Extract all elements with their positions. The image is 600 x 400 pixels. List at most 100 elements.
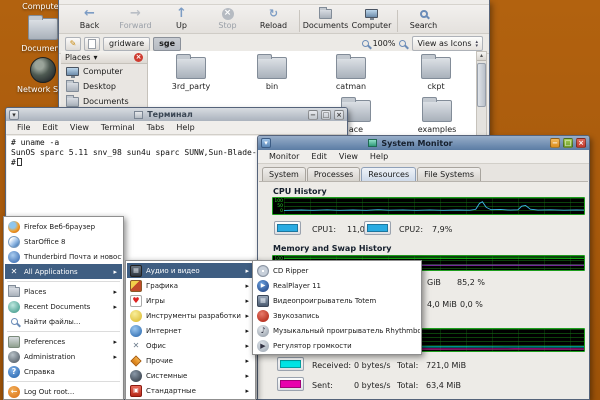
- view-mode-dropdown[interactable]: View as Icons ▴▾: [412, 36, 483, 51]
- totem-icon: ▦: [257, 295, 269, 307]
- window-menu-icon[interactable]: ▾: [261, 138, 271, 148]
- menu-item-label: Найти файлы...: [24, 318, 80, 326]
- path-button-sge[interactable]: sge: [153, 37, 181, 51]
- path-button-gridware[interactable]: gridware: [103, 37, 150, 51]
- menu-item-thunderbird[interactable]: Thunderbird Почта и новости: [5, 249, 122, 264]
- cpu-graph-axis: 100500: [273, 198, 284, 214]
- terminal-line: #: [11, 158, 16, 167]
- menu-edit[interactable]: Edit: [306, 150, 332, 163]
- zoom-out-icon[interactable]: [362, 40, 369, 47]
- menu-item-find-files[interactable]: Найти файлы...: [5, 314, 122, 329]
- folder-bin[interactable]: bin: [242, 57, 302, 91]
- network-globe-icon[interactable]: [30, 57, 56, 83]
- menu-item-logout[interactable]: ← Log Out root...: [5, 384, 122, 399]
- menu-item-audio-video[interactable]: ▦ Аудио и видео ▸: [127, 263, 254, 278]
- close-icon[interactable]: ×: [334, 110, 344, 120]
- cpu2-color-button[interactable]: [364, 221, 391, 235]
- terminal-titlebar[interactable]: ▾ Терминал − □ ×: [6, 108, 347, 121]
- menu-item-recent-documents[interactable]: Recent Documents ▸: [5, 299, 122, 314]
- reload-button[interactable]: ↻ Reload: [253, 7, 294, 30]
- menu-item-accessories[interactable]: ▣ Стандартные ▸: [127, 383, 254, 398]
- minimize-icon[interactable]: −: [550, 138, 560, 148]
- menu-item-volume-control[interactable]: ▶ Регулятор громкости: [254, 338, 420, 353]
- up-button[interactable]: ↑ Up: [161, 7, 202, 30]
- tab-resources[interactable]: Resources: [361, 167, 416, 182]
- window-menu-icon[interactable]: ▾: [9, 110, 19, 120]
- scrollbar-thumb[interactable]: [477, 63, 486, 107]
- note-button[interactable]: [84, 37, 100, 51]
- sidebar-item-desktop[interactable]: Desktop: [61, 79, 147, 94]
- search-button[interactable]: Search: [403, 7, 444, 30]
- menu-item-sound-recorder[interactable]: Звукозапись: [254, 308, 420, 323]
- menu-edit[interactable]: Edit: [37, 121, 63, 134]
- minimize-icon[interactable]: −: [308, 110, 318, 120]
- internet-globe-icon: [130, 325, 142, 337]
- menu-item-preferences[interactable]: Preferences ▸: [5, 334, 122, 349]
- cpu1-color-button[interactable]: [274, 221, 301, 235]
- menu-item-all-applications[interactable]: ✕ All Applications ▸: [5, 264, 122, 279]
- folder-examples[interactable]: examples: [407, 100, 467, 134]
- computer-button[interactable]: Computer: [351, 7, 392, 30]
- places-header[interactable]: Places ▾ ×: [61, 51, 147, 64]
- menu-item-label: Офис: [146, 342, 166, 350]
- menu-item-office[interactable]: ✕ Офис ▸: [127, 338, 254, 353]
- zoom-in-icon[interactable]: [399, 40, 406, 47]
- menu-item-label: Музыкальный проигрыватель Rhythmbox: [273, 327, 420, 335]
- folder-catman[interactable]: catman: [321, 57, 381, 91]
- menu-item-games[interactable]: ♥ Игры ▸: [127, 293, 254, 308]
- menu-help[interactable]: Help: [171, 121, 199, 134]
- menu-item-staroffice[interactable]: StarOffice 8: [5, 234, 122, 249]
- received-color-button[interactable]: [277, 357, 304, 371]
- menu-item-cd-ripper[interactable]: CD Ripper: [254, 263, 420, 278]
- menu-terminal[interactable]: Terminal: [96, 121, 140, 134]
- system-monitor-titlebar[interactable]: ▾ System Monitor − □ ×: [258, 136, 589, 150]
- sidebar-item-computer[interactable]: Computer: [61, 64, 147, 79]
- menu-item-system[interactable]: Системные ▸: [127, 368, 254, 383]
- menu-monitor[interactable]: Monitor: [264, 150, 304, 163]
- maximize-icon[interactable]: □: [563, 138, 573, 148]
- forward-button[interactable]: → Forward: [115, 7, 156, 30]
- menu-item-administration[interactable]: Administration ▸: [5, 349, 122, 364]
- terminal-icon: [134, 111, 143, 119]
- stop-button[interactable]: × Stop: [207, 7, 248, 30]
- documents-folder-icon[interactable]: [28, 18, 58, 40]
- menu-item-graphics[interactable]: Графика ▸: [127, 278, 254, 293]
- menu-item-totem[interactable]: ▦ Видеопроигрыватель Totem: [254, 293, 420, 308]
- menu-item-places[interactable]: Places ▸: [5, 284, 122, 299]
- places-header-label: Places: [65, 53, 90, 62]
- menu-view[interactable]: View: [65, 121, 94, 134]
- menu-item-firefox[interactable]: Firefox Веб-браузер: [5, 219, 122, 234]
- menu-help[interactable]: Help: [365, 150, 393, 163]
- sidebar-close-icon[interactable]: ×: [134, 53, 143, 62]
- menu-item-label: Стандартные: [146, 387, 196, 395]
- menu-item-other[interactable]: Прочие ▸: [127, 353, 254, 368]
- menu-tabs[interactable]: Tabs: [142, 121, 170, 134]
- menu-item-development[interactable]: Инструменты разработки ▸: [127, 308, 254, 323]
- menu-item-rhythmbox[interactable]: ♪ Музыкальный проигрыватель Rhythmbox: [254, 323, 420, 338]
- close-icon[interactable]: ×: [576, 138, 586, 148]
- maximize-icon[interactable]: □: [321, 110, 331, 120]
- tab-file-systems[interactable]: File Systems: [417, 167, 481, 181]
- menu-item-internet[interactable]: Интернет ▸: [127, 323, 254, 338]
- memory-total-unit: GiB: [427, 278, 441, 287]
- folder-3rd_party[interactable]: 3rd_party: [161, 57, 221, 91]
- menu-item-label: Регулятор громкости: [273, 342, 352, 350]
- tab-processes[interactable]: Processes: [307, 167, 360, 181]
- menu-item-label: Справка: [24, 368, 55, 376]
- documents-label: Documents: [303, 21, 349, 30]
- search-label: Search: [410, 21, 437, 30]
- scrollbar[interactable]: ▴: [476, 51, 487, 139]
- tab-system[interactable]: System: [262, 167, 306, 181]
- documents-button[interactable]: Documents: [305, 7, 346, 30]
- menu-item-realplayer[interactable]: ▶ RealPlayer 11: [254, 278, 420, 293]
- menu-item-help[interactable]: ? Справка: [5, 364, 122, 379]
- scroll-up-icon[interactable]: ▴: [477, 52, 486, 61]
- realplayer-icon: ▶: [257, 280, 269, 292]
- sidebar-item-label: Desktop: [83, 82, 116, 91]
- back-button[interactable]: ← Back: [69, 7, 110, 30]
- edit-location-button[interactable]: ✎: [65, 37, 81, 51]
- sent-color-button[interactable]: [277, 377, 304, 391]
- menu-view[interactable]: View: [334, 150, 363, 163]
- folder-ckpt[interactable]: ckpt: [406, 57, 466, 91]
- menu-file[interactable]: File: [12, 121, 35, 134]
